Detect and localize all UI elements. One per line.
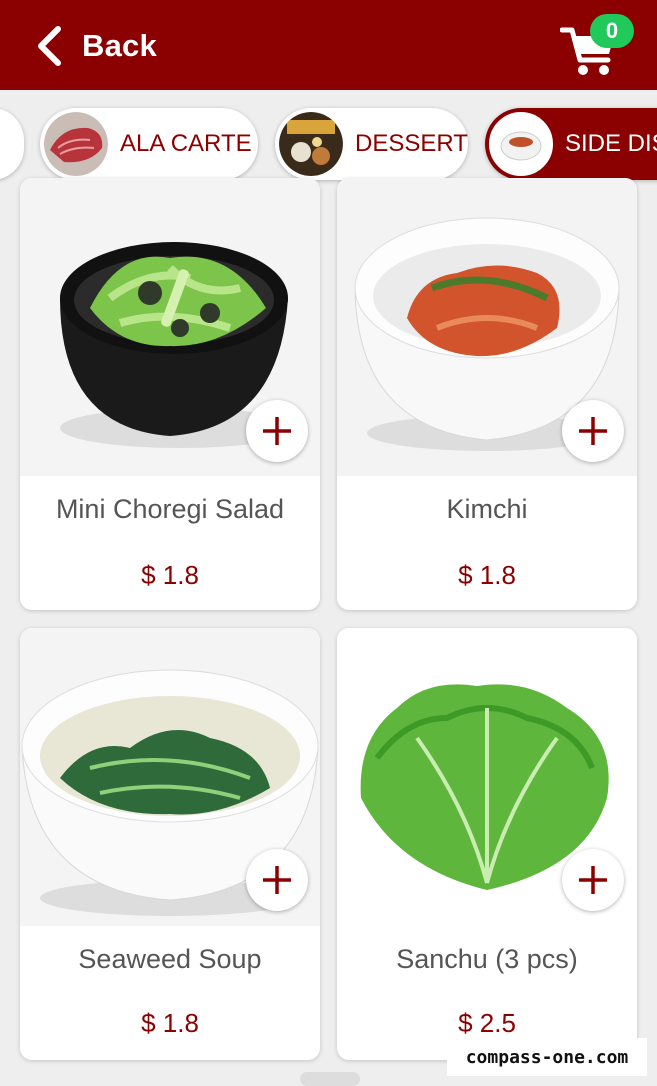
back-label: Back: [82, 28, 157, 63]
product-price: $ 1.8: [141, 560, 199, 590]
plus-icon: [579, 417, 607, 445]
add-to-cart-button[interactable]: [562, 400, 624, 462]
plus-icon: [579, 866, 607, 894]
watermark: compass-one.com: [447, 1038, 647, 1076]
product-card[interactable]: Mini Choregi Salad $ 1.8: [20, 178, 320, 610]
product-price: $ 1.8: [458, 560, 516, 590]
product-card[interactable]: Sanchu (3 pcs) $ 2.5: [337, 628, 637, 1060]
side-dish-thumbnail: [489, 112, 553, 176]
app-header: Back 0: [0, 0, 657, 90]
product-card[interactable]: Seaweed Soup $ 1.8: [20, 628, 320, 1060]
ala-carte-thumbnail: [44, 112, 108, 176]
product-name: Sanchu (3 pcs): [396, 944, 578, 974]
category-chip-dessert[interactable]: DESSERT: [275, 108, 468, 180]
chevron-left-icon: [38, 26, 61, 66]
add-to-cart-button[interactable]: [246, 849, 308, 911]
product-name: Mini Choregi Salad: [55, 494, 285, 524]
product-card[interactable]: Kimchi $ 1.8: [337, 178, 637, 610]
category-label: DESSERT: [355, 130, 468, 157]
category-chip-ala-carte[interactable]: ALA CARTE: [40, 108, 258, 180]
cart-button[interactable]: 0: [560, 14, 650, 80]
category-label: SIDE DISH: [565, 130, 657, 157]
product-name: Seaweed Soup: [78, 944, 262, 974]
add-to-cart-button[interactable]: [562, 849, 624, 911]
category-chip-side-dish[interactable]: SIDE DISH: [485, 108, 657, 180]
product-price: $ 1.8: [141, 1008, 199, 1038]
cart-count-badge: 0: [590, 14, 634, 48]
plus-icon: [263, 417, 291, 445]
product-price: $ 2.5: [458, 1008, 516, 1038]
plus-icon: [263, 866, 291, 894]
product-name: Kimchi: [446, 494, 528, 524]
category-label: ALA CARTE: [120, 130, 252, 157]
back-button[interactable]: Back: [36, 24, 157, 68]
scroll-indicator: [300, 1072, 360, 1086]
dessert-thumbnail: [279, 112, 343, 176]
category-chip-partial[interactable]: [0, 108, 24, 180]
add-to-cart-button[interactable]: [246, 400, 308, 462]
